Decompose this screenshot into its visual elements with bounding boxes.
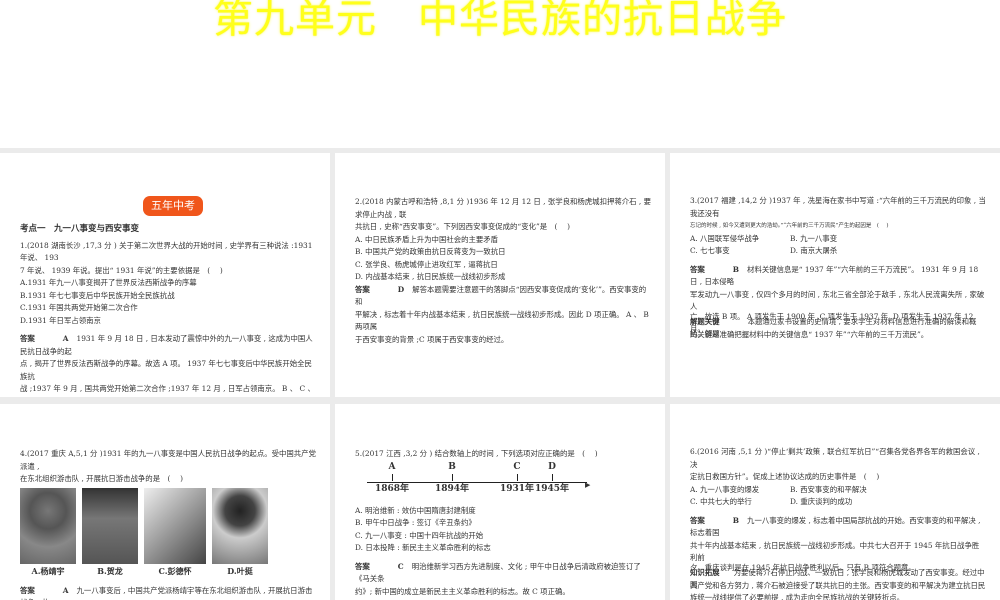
slide-q1[interactable]: 五年中考 考点一 九一八事变与西安事变 1.(2018 湖南长沙 ,17,3 分… [0, 153, 330, 397]
option: D. 日本投降 : 新民主主义革命胜利的标志 [355, 543, 491, 552]
photo-option-b: B.贺龙 [82, 487, 138, 577]
question-stem: 3.(2017 福建 ,14,2 分 )1937 年 , 冼星海在家书中写道 :… [690, 196, 986, 218]
option: C. 张学良、杨虎城停止进攻红军 , 逼蒋抗日 [355, 259, 498, 269]
overlap-line: 亡。故选 B 项。 A 项发生于 1900 年 ,C 项发生于 1937 年 ,… [690, 311, 977, 339]
question-stem: 5.(2017 江西 ,3,2 分 ) 结合数轴上的时间 , 下列选项对应正确的… [355, 449, 598, 458]
timeline-mark: B 1894年 [434, 461, 470, 495]
option: A. 明治维新 : 效仿中国隋唐封建制度 [355, 505, 476, 515]
title-slide: 第九单元 中华民族的抗日战争 [0, 0, 1000, 148]
overlap-line: 夕。重庆谈判是在 1945 年抗日战争胜利以后。只有 B 项符合题意。 知识拓展… [690, 562, 985, 590]
timeline: ▶ A 1868年 B 1894年 C 1931年 D 1945年 [355, 461, 651, 505]
answer-block: 答案 C 明治维新学习西方先进制度、文化 ; 甲午中日战争后清政府被迫签订了《马关条 [355, 561, 641, 584]
slide-q2[interactable]: 2.(2018 内蒙古呼和浩特 ,8,1 分 )1936 年 12 月 12 日… [335, 153, 665, 397]
slide-q5[interactable]: 5.(2017 江西 ,3,2 分 ) 结合数轴上的时间 , 下列选项对应正确的… [335, 404, 665, 600]
knowledge-text: 族统一战线提供了必要前提 , 成为走向全民族抗战的关键转折点。 [690, 593, 904, 600]
option: C. 七七事变 [690, 246, 730, 255]
question-stem: 6.(2016 河南 ,5,1 分 )“停止‘剿共’政策 , 联合红军抗日”“召… [690, 447, 980, 469]
answer-block: 答案A九一八事变后 , 中国共产党派杨靖宇等在东北组织游击队 , 开展抗日游击战… [20, 585, 316, 600]
question-stem: 共抗日 , 史称“西安事变”。下列因西安事变促成的“变化”是 ( ) [355, 222, 571, 231]
photo-option-d: D.叶挺 [212, 487, 268, 577]
option: B.1931 年七七事变后中华民族开始全民族抗战 [20, 290, 175, 300]
slide-q3[interactable]: 3.(2017 福建 ,14,2 分 )1937 年 , 冼星海在家书中写道 :… [670, 153, 1000, 397]
option: D.1931 年日军占领南京 [20, 315, 101, 325]
arrow-icon: ▶ [585, 480, 591, 489]
question-stem: 4.(2017 重庆 A,5,1 分 )1931 年的九一八事变是中国人民抗日战… [20, 449, 316, 471]
answer-block: 答案 B 材料关键信息是“ 1937 年”“六年前的三千万流民”。 1931 年 9… [690, 264, 979, 287]
option: B. 西安事变的和平解决 [790, 484, 867, 494]
timeline-mark: C 1931年 [499, 461, 535, 495]
photo-option-a: A.杨靖宇 [20, 487, 76, 577]
answer-block: 答案 D 解答本题需要注意题干的落脚点“因西安事变促成的‘变化’”。西安事变的和 [355, 284, 647, 307]
option: A. 八国联军侵华战争 [690, 233, 760, 243]
timeline-mark: D 1945年 [534, 461, 570, 495]
timeline-mark: A 1868年 [374, 461, 410, 495]
option: C. 九一八事变 : 中国十四年抗战的开始 [355, 530, 484, 540]
question-stem: 忘记的时候 , 如今又遭到更大的浩劫。”“六年前的三千万流民”产生的起因是 ( … [690, 223, 889, 229]
slide-q4[interactable]: 4.(2017 重庆 A,5,1 分 )1931 年的九一八事变是中国人民抗日战… [0, 404, 330, 600]
option: A.1931 年九一八事变揭开了世界反法西斯战争的序幕 [20, 278, 197, 287]
question-stem: 1.(2018 湖南长沙 ,17,3 分 ) 关于第二次世界大战的开始时间 , … [20, 240, 313, 263]
answer-text: 约》; 新中国的成立是新民主主义革命胜利的标志。故 C 项正确。 [355, 586, 570, 596]
option: A. 九一八事变的爆发 [690, 484, 760, 494]
option: B. 九一八事变 [790, 233, 838, 243]
option: D. 南京大屠杀 [790, 246, 838, 255]
section-heading: 考点一 九一八事变与西安事变 [20, 224, 140, 234]
answer-text: 平解决 , 标志着十年内战基本结束 , 抗日民族统一战线初步形成。因此 D 项正… [355, 309, 649, 332]
photo-option-c: C.彭德怀 [144, 487, 206, 577]
option: D. 内战基本结束 , 抗日民族统一战线初步形成 [355, 272, 506, 281]
option: B. 中国共产党的政策由抗日反蒋变为一致抗日 [355, 247, 506, 256]
answer-block: 答案 B 九一八事变的爆发 , 标志着中国局部抗战的开始。西安事变的和平解决 , 标… [690, 515, 981, 538]
answer-text: 于西安事变的背景 ;C 项属于西安事变的经过。 [355, 334, 509, 344]
question-stem: 在东北组织游击队 , 开展抗日游击战争的是 ( ) [20, 474, 183, 483]
answer-text: 战 ;1937 年 9 月 , 国共两党开始第二次合作 ;1937 年 12 月… [20, 384, 315, 397]
five-year-exam-badge: 五年中考 [143, 196, 203, 216]
question-stem: 定抗日救国方针”。促成上述协议达成的历史事件是 ( ) [690, 472, 880, 481]
option: D. 重庆谈判的成功 [790, 497, 853, 506]
option: A. 中日民族矛盾上升为中国社会的主要矛盾 [355, 234, 499, 244]
question-stem: 7 年说、 1939 年说。提出“ 1931 年说”的主要依据是 ( ) [20, 265, 223, 275]
unit-title: 第九单元 中华民族的抗日战争 [213, 0, 787, 42]
slide-q6[interactable]: 6.(2016 河南 ,5,1 分 )“停止‘剿共’政策 , 联合红军抗日”“召… [670, 404, 1000, 600]
answer-block: 答案 A 1931 年 9 月 18 日 , 日本发动了震惊中外的九一八事变 , 这… [20, 334, 313, 356]
option: B. 甲午中日战争 : 签订《辛丑条约》 [355, 518, 476, 527]
question-stem: 2.(2018 内蒙古呼和浩特 ,8,1 分 )1936 年 12 月 12 日… [355, 197, 651, 219]
option: C.1931 年国共两党开始第二次合作 [20, 303, 138, 312]
answer-text: 点 , 揭开了世界反法西斯战争的序幕。故选 A 项。 1937 年七七事变后中华… [20, 359, 312, 381]
option: C. 中共七大的举行 [690, 497, 752, 506]
